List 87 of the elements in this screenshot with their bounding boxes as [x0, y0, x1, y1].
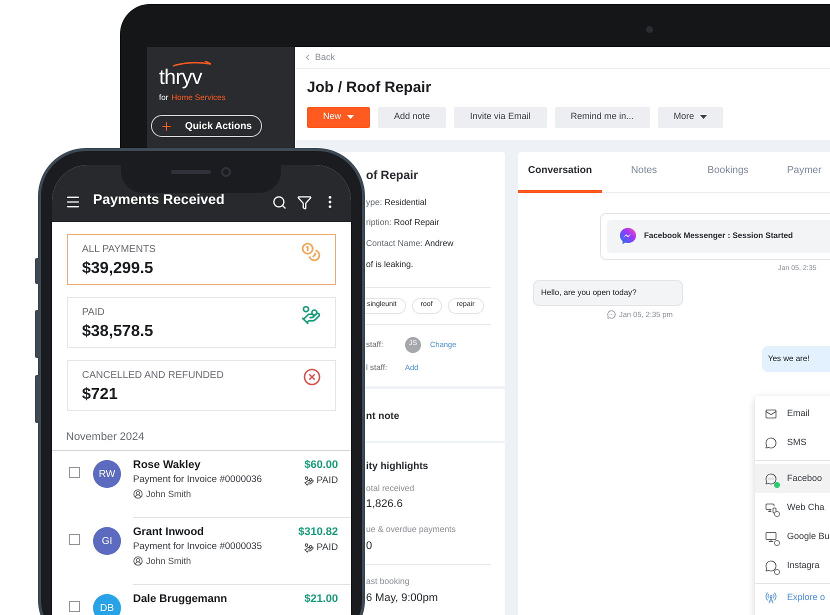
highlight-value: 0: [366, 538, 374, 554]
channel-menu-item[interactable]: Email: [755, 399, 830, 428]
search-icon[interactable]: [272, 194, 287, 210]
avatar: RW: [93, 460, 121, 488]
chat-bubble-icon: [765, 472, 777, 484]
coins-icon: [301, 242, 321, 262]
avatar: GI: [93, 527, 121, 555]
card-title: of Repair: [366, 166, 420, 184]
payment-amount: $310.82: [298, 525, 338, 540]
chevron-left-icon: [303, 53, 312, 62]
action-button[interactable]: Remind me in...: [554, 106, 650, 128]
section-title: nt note: [366, 410, 400, 422]
action-button[interactable]: Invite via Email: [454, 106, 547, 128]
summary-label: PAID: [82, 306, 106, 320]
highlight-label: ast booking: [366, 575, 410, 588]
summary-card[interactable]: ALL PAYMENTS $39,299.5: [67, 234, 336, 285]
logo-swoosh-icon: [173, 61, 211, 67]
payment-amount: $60.00: [304, 458, 338, 472]
checkbox[interactable]: [69, 534, 80, 545]
mail-icon: [765, 408, 777, 420]
checkbox[interactable]: [69, 601, 80, 612]
hand-coins-icon: [304, 476, 314, 486]
summary-amount: $39,299.5: [82, 259, 154, 279]
channel-menu-item[interactable]: Web Cha: [755, 493, 830, 522]
app-bar-title: Payments Received: [93, 190, 225, 209]
summary-card[interactable]: PAID $38,578.5: [67, 297, 336, 348]
summary-amount: $721: [82, 385, 119, 405]
channel-menu-item[interactable]: Instagra: [755, 551, 830, 580]
filter-icon[interactable]: [297, 194, 312, 210]
page-title: Job / Roof Repair: [306, 78, 432, 98]
channel-menu-item[interactable]: SMS: [755, 428, 830, 457]
summary-card[interactable]: CANCELLED AND REFUNDED $721: [67, 360, 336, 411]
checkbox[interactable]: [69, 467, 80, 478]
staff-name: John Smith: [146, 556, 192, 568]
logo-tagline-prefix: for: [159, 92, 168, 104]
camera-lens: [646, 26, 653, 33]
payment-amount: $21.00: [304, 592, 338, 606]
summary-label: CANCELLED AND REFUNDED: [82, 369, 224, 383]
broadcast-icon: [765, 592, 777, 604]
detail-line: ype: Residential: [366, 196, 428, 208]
channel-menu-item[interactable]: Faceboo: [755, 464, 830, 493]
tab[interactable]: Conversation: [518, 152, 602, 192]
highlight-value: 6 May, 9:00pm: [366, 590, 439, 606]
payer-name: Dale Bruggemann: [133, 592, 228, 606]
staff-name: John Smith: [146, 488, 192, 500]
session-text: Facebook Messenger : Session Started: [644, 230, 793, 242]
logo-tagline: Home Services: [171, 92, 226, 104]
user-icon: [133, 556, 143, 566]
chat-bubble-icon: [765, 560, 777, 572]
summary-amount: $38,578.5: [82, 322, 154, 342]
quick-actions-button[interactable]: Quick Actions: [151, 115, 262, 137]
payer-name: Rose Wakley: [133, 458, 202, 472]
detail-line: ription: Roof Repair: [366, 216, 440, 229]
section-title: ity highlights: [366, 460, 430, 474]
payer-name: Grant Inwood: [133, 525, 205, 540]
plus-icon: [160, 120, 173, 132]
chat-bubble-icon: [607, 310, 616, 320]
camera-lens: [221, 167, 231, 177]
payment-description: Payment for Invoice #0000035: [133, 541, 262, 554]
detail-line: of is leaking.: [366, 258, 414, 270]
outgoing-message: Yes we are!: [762, 346, 830, 372]
highlight-label: ue & overdue payments: [366, 522, 457, 536]
summary-label: ALL PAYMENTS: [82, 243, 156, 257]
detail-line: Contact Name: Andrew: [366, 237, 454, 250]
action-button[interactable]: More: [658, 106, 724, 128]
logo-wordmark: thryv: [159, 67, 204, 88]
incoming-message: Hello, are you open today?: [533, 280, 683, 306]
chat-bubble-icon: [765, 436, 777, 448]
payment-status: PAID: [316, 475, 338, 488]
month-heading: November 2024: [66, 431, 144, 443]
staff-label: l staff:: [366, 362, 388, 374]
cancel-icon: [303, 368, 321, 386]
hand-coins-icon: [301, 305, 321, 325]
user-icon: [133, 489, 143, 500]
highlight-label: otal received: [366, 482, 416, 494]
payment-status: PAID: [316, 542, 338, 555]
channel-menu-item[interactable]: Google Bu: [755, 522, 830, 551]
menu-icon[interactable]: [65, 194, 81, 210]
action-button[interactable]: Add note: [378, 106, 446, 128]
hand-coins-icon: [304, 543, 314, 554]
monitor-phone-icon: [765, 502, 777, 514]
highlight-value: 1,826.6: [366, 497, 404, 512]
payment-description: Payment for Invoice #0000036: [133, 474, 262, 487]
staff-label: staff:: [366, 338, 384, 350]
monitor-icon: [765, 530, 777, 542]
messenger-icon: [619, 227, 637, 245]
avatar: DB: [93, 594, 121, 615]
